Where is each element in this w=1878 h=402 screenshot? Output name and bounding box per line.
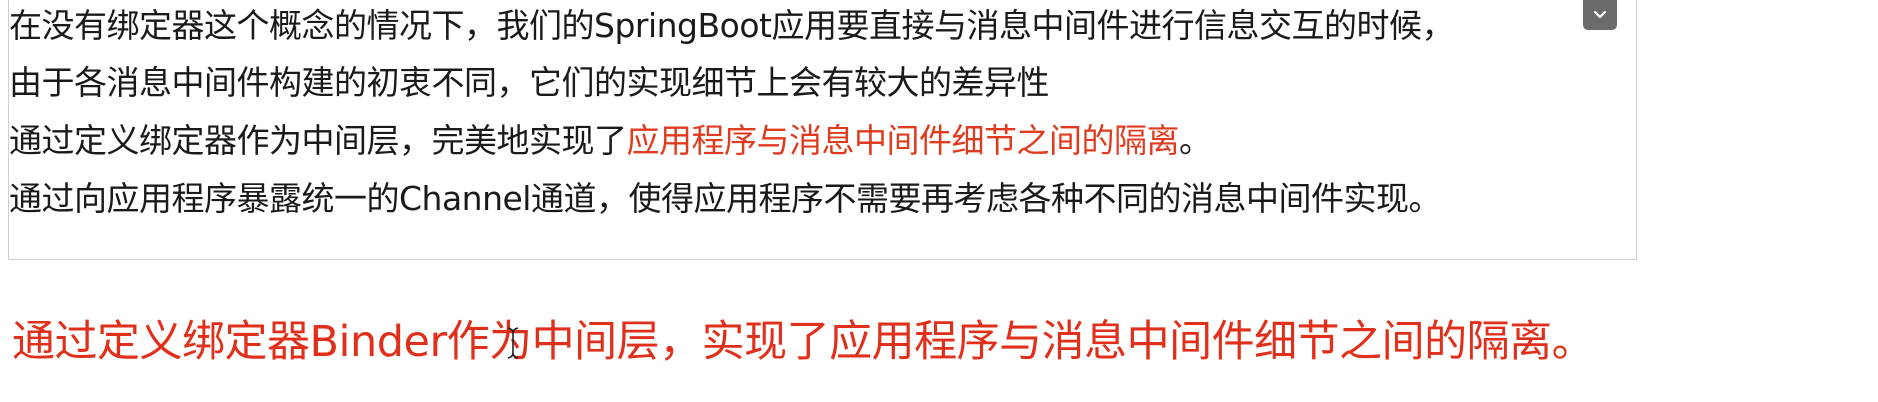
- note-line-3: 通过定义绑定器作为中间层，完美地实现了应用程序与消息中间件细节之间的隔离。: [9, 121, 1212, 161]
- note-line-4: 通过向应用程序暴露统一的Channel通道，使得应用程序不需要再考虑各种不同的消…: [9, 179, 1441, 218]
- chevron-down-icon: [1593, 10, 1607, 20]
- note-line-1: 在没有绑定器这个概念的情况下，我们的SpringBoot应用要直接与消息中间件进…: [9, 6, 1454, 45]
- note-line-2: 由于各消息中间件构建的初衷不同，它们的实现细节上会有较大的差异性: [9, 63, 1050, 102]
- note-line-3-prefix: 通过定义绑定器作为中间层，完美地实现了: [9, 121, 627, 160]
- collapse-button[interactable]: [1583, 0, 1617, 30]
- annotation-text: 通过定义绑定器Binder作为中间层，实现了应用程序与消息中间件细节之间的隔离。: [12, 317, 1595, 367]
- note-line-3-suffix: 。: [1179, 121, 1212, 160]
- text-cursor-icon: [506, 326, 520, 360]
- note-line-3-highlight: 应用程序与消息中间件细节之间的隔离: [626, 121, 1180, 160]
- note-panel: 在没有绑定器这个概念的情况下，我们的SpringBoot应用要直接与消息中间件进…: [8, 0, 1637, 260]
